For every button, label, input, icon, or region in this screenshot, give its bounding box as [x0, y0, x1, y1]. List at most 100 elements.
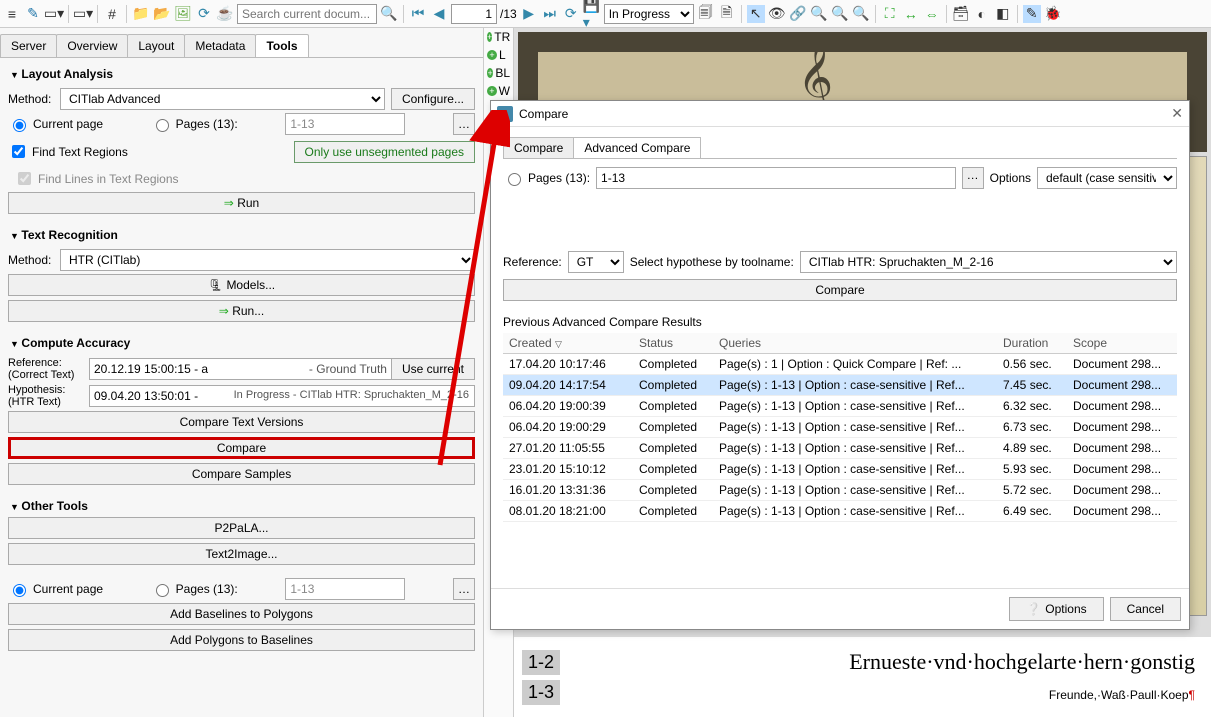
dlg-cancel-button[interactable]: Cancel: [1110, 597, 1181, 621]
zoom-in-icon[interactable]: 🔍: [831, 5, 849, 23]
use-current-button[interactable]: Use current: [391, 358, 475, 380]
doc-icon[interactable]: 🗎: [718, 5, 736, 23]
ot-pages-browse[interactable]: …: [453, 578, 475, 600]
fit-width-icon[interactable]: ↔: [902, 5, 920, 23]
strip-tr[interactable]: +TR: [484, 28, 513, 46]
table-row[interactable]: 16.01.20 13:31:36CompletedPage(s) : 1-13…: [503, 480, 1177, 501]
ot-current-page-radio[interactable]: Current page: [8, 581, 103, 597]
tab-metadata[interactable]: Metadata: [184, 34, 256, 57]
dlg-pages-browse[interactable]: …: [962, 167, 984, 189]
strip-bl[interactable]: +BL: [484, 64, 513, 82]
tab-tools[interactable]: Tools: [255, 34, 308, 57]
page-number-input[interactable]: [451, 4, 497, 24]
table-row[interactable]: 17.04.20 10:17:46CompletedPage(s) : 1 | …: [503, 354, 1177, 375]
tab-overview[interactable]: Overview: [56, 34, 128, 57]
section-text-recognition[interactable]: Text Recognition: [8, 224, 475, 246]
screen-icon[interactable]: ▭▾: [74, 5, 92, 23]
la-method-select[interactable]: CITlab Advanced: [60, 88, 385, 110]
dlg-compare-button[interactable]: Compare: [503, 279, 1177, 301]
table-row[interactable]: 09.04.20 14:17:54CompletedPage(s) : 1-13…: [503, 375, 1177, 396]
fit-icon[interactable]: ⛶: [881, 5, 899, 23]
col-queries[interactable]: Queries: [713, 333, 997, 354]
dlg-options-select[interactable]: default (case sensitive): [1037, 167, 1177, 189]
coffee-icon[interactable]: ☕: [216, 5, 234, 23]
transcription-line[interactable]: Freunde,·Waß·Paull·Koep¶: [570, 679, 1203, 705]
compare-button[interactable]: Compare: [8, 437, 475, 459]
section-other-tools[interactable]: Other Tools: [8, 495, 475, 517]
glasses-icon[interactable]: 🔗: [789, 5, 807, 23]
dlg-options-button[interactable]: ❔Options: [1009, 597, 1103, 621]
table-row[interactable]: 06.04.20 19:00:39CompletedPage(s) : 1-13…: [503, 396, 1177, 417]
copy-icon[interactable]: 🗐: [697, 5, 715, 23]
search-icon[interactable]: 🔍: [380, 5, 398, 23]
fit-height-icon[interactable]: ⇔: [923, 5, 941, 23]
col-duration[interactable]: Duration: [997, 333, 1067, 354]
p2pala-button[interactable]: P2PaLA...: [8, 517, 475, 539]
hash-icon[interactable]: #: [103, 5, 121, 23]
dlg-pages-radio[interactable]: Pages (13):: [503, 170, 590, 186]
section-layout-analysis[interactable]: Layout Analysis: [8, 63, 475, 85]
first-page-icon[interactable]: ⏮: [409, 5, 427, 23]
eye-icon[interactable]: 👁: [768, 5, 786, 23]
page-dropdown-icon[interactable]: ▭▾: [45, 5, 63, 23]
col-created[interactable]: Created ▽: [503, 333, 633, 354]
ot-pages-input[interactable]: [285, 578, 405, 600]
add-polygons-button[interactable]: Add Polygons to Baselines: [8, 629, 475, 651]
col-status[interactable]: Status: [633, 333, 713, 354]
table-row[interactable]: 08.01.20 18:21:00CompletedPage(s) : 1-13…: [503, 501, 1177, 522]
la-run-button[interactable]: ⇒ Run: [8, 192, 475, 214]
la-current-page-radio[interactable]: Current page: [8, 116, 103, 132]
add-baselines-button[interactable]: Add Baselines to Polygons: [8, 603, 475, 625]
tr-run-button[interactable]: ⇒ Run...: [8, 300, 475, 322]
transcription-line[interactable]: Ernueste·vnd·hochgelarte·hern·gonstig: [570, 649, 1203, 675]
tab-server[interactable]: Server: [0, 34, 57, 57]
save-icon[interactable]: 💾▾: [583, 5, 601, 23]
table-row[interactable]: 06.04.20 19:00:29CompletedPage(s) : 1-13…: [503, 417, 1177, 438]
compare-samples-button[interactable]: Compare Samples: [8, 463, 475, 485]
strip-w[interactable]: +W: [484, 82, 513, 100]
strip-l[interactable]: +L: [484, 46, 513, 64]
last-page-icon[interactable]: ⏭: [541, 5, 559, 23]
contrast-icon[interactable]: ◐: [973, 5, 991, 23]
zoom-icon[interactable]: 🔍: [810, 5, 828, 23]
la-pages-browse[interactable]: …: [453, 113, 475, 135]
close-icon[interactable]: ✕: [1171, 105, 1183, 122]
binarize-icon[interactable]: ◧: [994, 5, 1012, 23]
dlg-hypothese-select[interactable]: CITlab HTR: Spruchakten_M_2-16: [800, 251, 1177, 273]
reference-input[interactable]: [89, 358, 401, 380]
tr-method-select[interactable]: HTR (CITlab): [60, 249, 475, 271]
next-page-icon[interactable]: ▶: [520, 5, 538, 23]
find-regions-checkbox[interactable]: Find Text Regions: [8, 142, 128, 161]
only-unsegmented-button[interactable]: Only use unsegmented pages: [294, 141, 475, 163]
search-input[interactable]: [237, 4, 377, 24]
ot-pages-radio[interactable]: Pages (13):: [151, 581, 238, 597]
dlg-tab-advanced[interactable]: Advanced Compare: [573, 137, 701, 158]
la-pages-input[interactable]: [285, 113, 405, 135]
status-select[interactable]: In Progress: [604, 4, 694, 24]
bug-icon[interactable]: 🐞: [1044, 5, 1062, 23]
image-icon[interactable]: 🖼: [174, 5, 192, 23]
col-scope[interactable]: Scope: [1067, 333, 1177, 354]
prev-page-icon[interactable]: ◀: [430, 5, 448, 23]
tab-layout[interactable]: Layout: [127, 34, 185, 57]
dlg-tab-compare[interactable]: Compare: [503, 137, 574, 158]
pen-icon[interactable]: ✎: [24, 5, 42, 23]
menu-icon[interactable]: ≡: [3, 5, 21, 23]
folder-icon[interactable]: 📁: [132, 5, 150, 23]
compare-versions-button[interactable]: Compare Text Versions: [8, 411, 475, 433]
folder2-icon[interactable]: 📂: [153, 5, 171, 23]
dlg-pages-input[interactable]: [596, 167, 956, 189]
models-button[interactable]: 🗜 Models...: [8, 274, 475, 296]
reload-icon[interactable]: ⟳: [562, 5, 580, 23]
zoom-out-icon[interactable]: 🔍: [852, 5, 870, 23]
refresh-icon[interactable]: ⟳: [195, 5, 213, 23]
table-row[interactable]: 27.01.20 11:05:55CompletedPage(s) : 1-13…: [503, 438, 1177, 459]
table-row[interactable]: 23.01.20 15:10:12CompletedPage(s) : 1-13…: [503, 459, 1177, 480]
section-compute-accuracy[interactable]: Compute Accuracy: [8, 332, 475, 354]
edit-icon[interactable]: ✎: [1023, 5, 1041, 23]
layers-icon[interactable]: 🗃: [952, 5, 970, 23]
text2image-button[interactable]: Text2Image...: [8, 543, 475, 565]
configure-button[interactable]: Configure...: [391, 88, 475, 110]
cursor-icon[interactable]: ↖: [747, 5, 765, 23]
la-pages-radio[interactable]: Pages (13):: [151, 116, 238, 132]
